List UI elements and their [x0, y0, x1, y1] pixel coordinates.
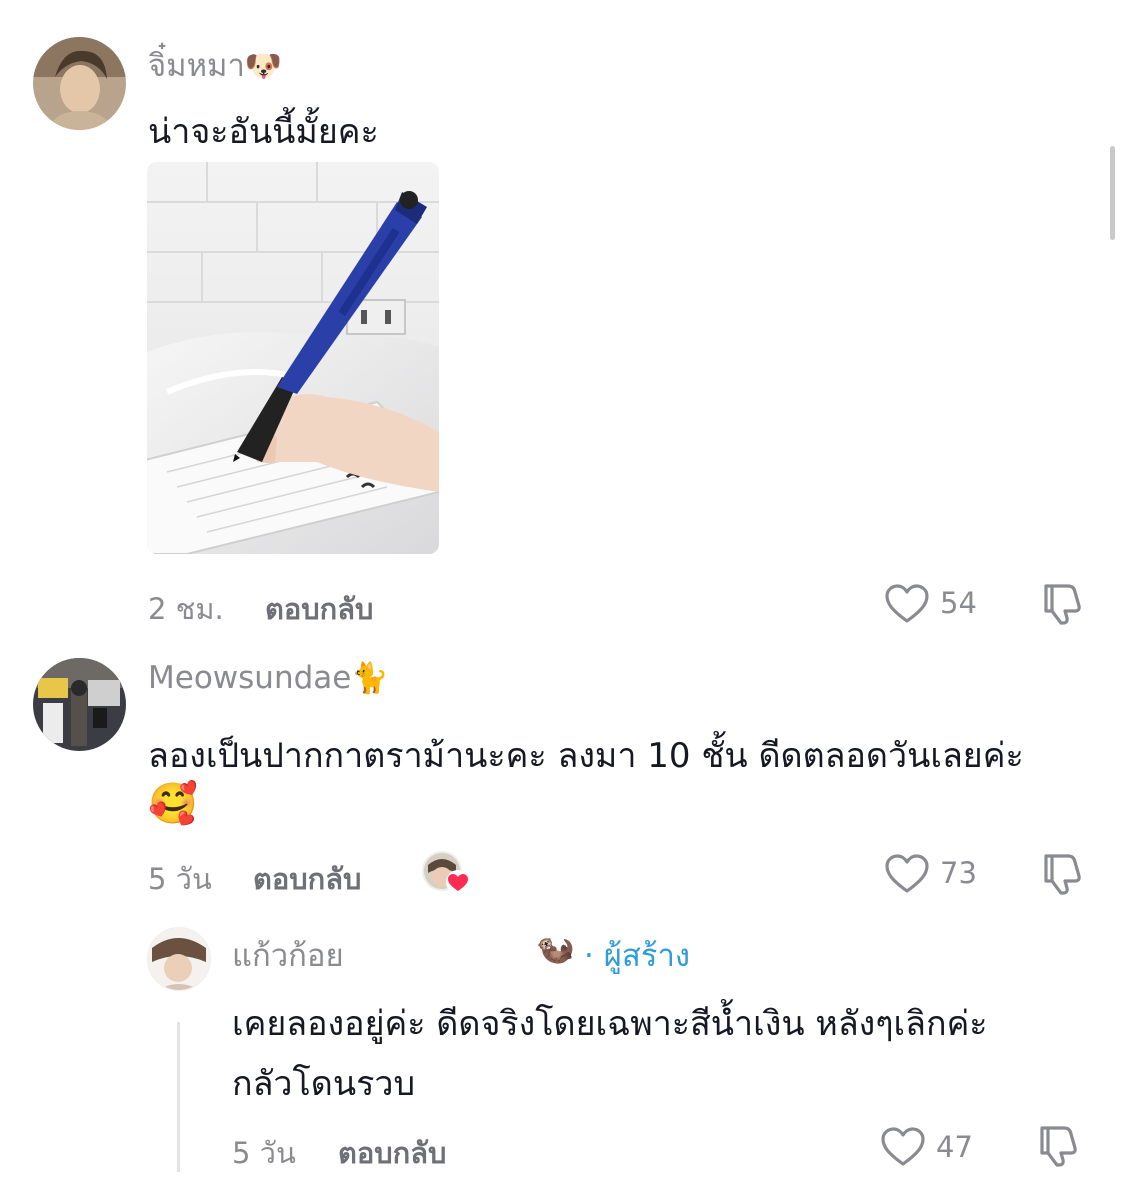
- like-count: 73: [940, 856, 977, 890]
- reply-button[interactable]: ตอบกลับ: [265, 586, 373, 632]
- avatar[interactable]: [33, 37, 126, 130]
- thumbs-down-icon[interactable]: [1036, 1122, 1082, 1172]
- creator-liked-heart-icon: [446, 870, 470, 894]
- thumbs-down-icon[interactable]: [1040, 850, 1086, 900]
- creator-label: · ผู้สร้าง: [584, 938, 690, 974]
- username[interactable]: จิ๋มหมา🐶: [148, 40, 282, 90]
- like-count: 47: [936, 1130, 973, 1164]
- like-count: 54: [940, 586, 977, 620]
- comment-text: ลองเป็นปากกาตราม้านะคะ ลงมา 10 ชั้น ดีดต…: [148, 736, 1024, 776]
- username-text: Meowsundae: [148, 660, 352, 696]
- heart-outline-icon[interactable]: [880, 1126, 926, 1172]
- reply-button[interactable]: ตอบกลับ: [338, 1130, 446, 1176]
- comment-text: น่าจะอันนี้มั้ยคะ: [148, 112, 379, 152]
- dog-emoji-icon: 🐶: [244, 49, 283, 84]
- username-text: จิ๋มหมา: [148, 48, 245, 84]
- comment-time: 2 ชม.: [148, 592, 224, 626]
- avatar[interactable]: [33, 658, 126, 751]
- comments-page: จิ๋มหมา🐶 น่าจะอันนี้มั้ยคะ 2 ชม. ตอบกลับ…: [0, 0, 1126, 1200]
- scrollbar[interactable]: [1110, 146, 1115, 240]
- reply-thread-line: [177, 1022, 180, 1172]
- comment-time: 5 วัน: [148, 862, 212, 896]
- heart-outline-icon[interactable]: [884, 853, 930, 899]
- avatar[interactable]: [147, 927, 211, 991]
- smiling-hearts-emoji-icon: 🥰: [148, 781, 198, 827]
- reply-text-line2: กลัวโดนรวบ: [232, 1064, 416, 1104]
- creator-liked-badge: [422, 851, 472, 899]
- username-text: แก้วก้อย: [232, 938, 344, 974]
- username[interactable]: Meowsundae🐈: [148, 660, 389, 696]
- cat-emoji-icon: 🐈: [351, 661, 389, 696]
- comment-time: 5 วัน: [232, 1136, 296, 1170]
- username[interactable]: แก้วก้อย: [232, 930, 344, 980]
- thumbs-down-icon[interactable]: [1040, 580, 1086, 630]
- otter-emoji-icon: 🦦: [536, 931, 575, 967]
- comment-photo[interactable]: [147, 162, 439, 554]
- reply-text: เคยลองอยู่ค่ะ ดีดจริงโดยเฉพาะสีน้ำเงิน ห…: [232, 1004, 988, 1044]
- heart-outline-icon[interactable]: [884, 583, 930, 629]
- reply-button[interactable]: ตอบกลับ: [253, 856, 361, 902]
